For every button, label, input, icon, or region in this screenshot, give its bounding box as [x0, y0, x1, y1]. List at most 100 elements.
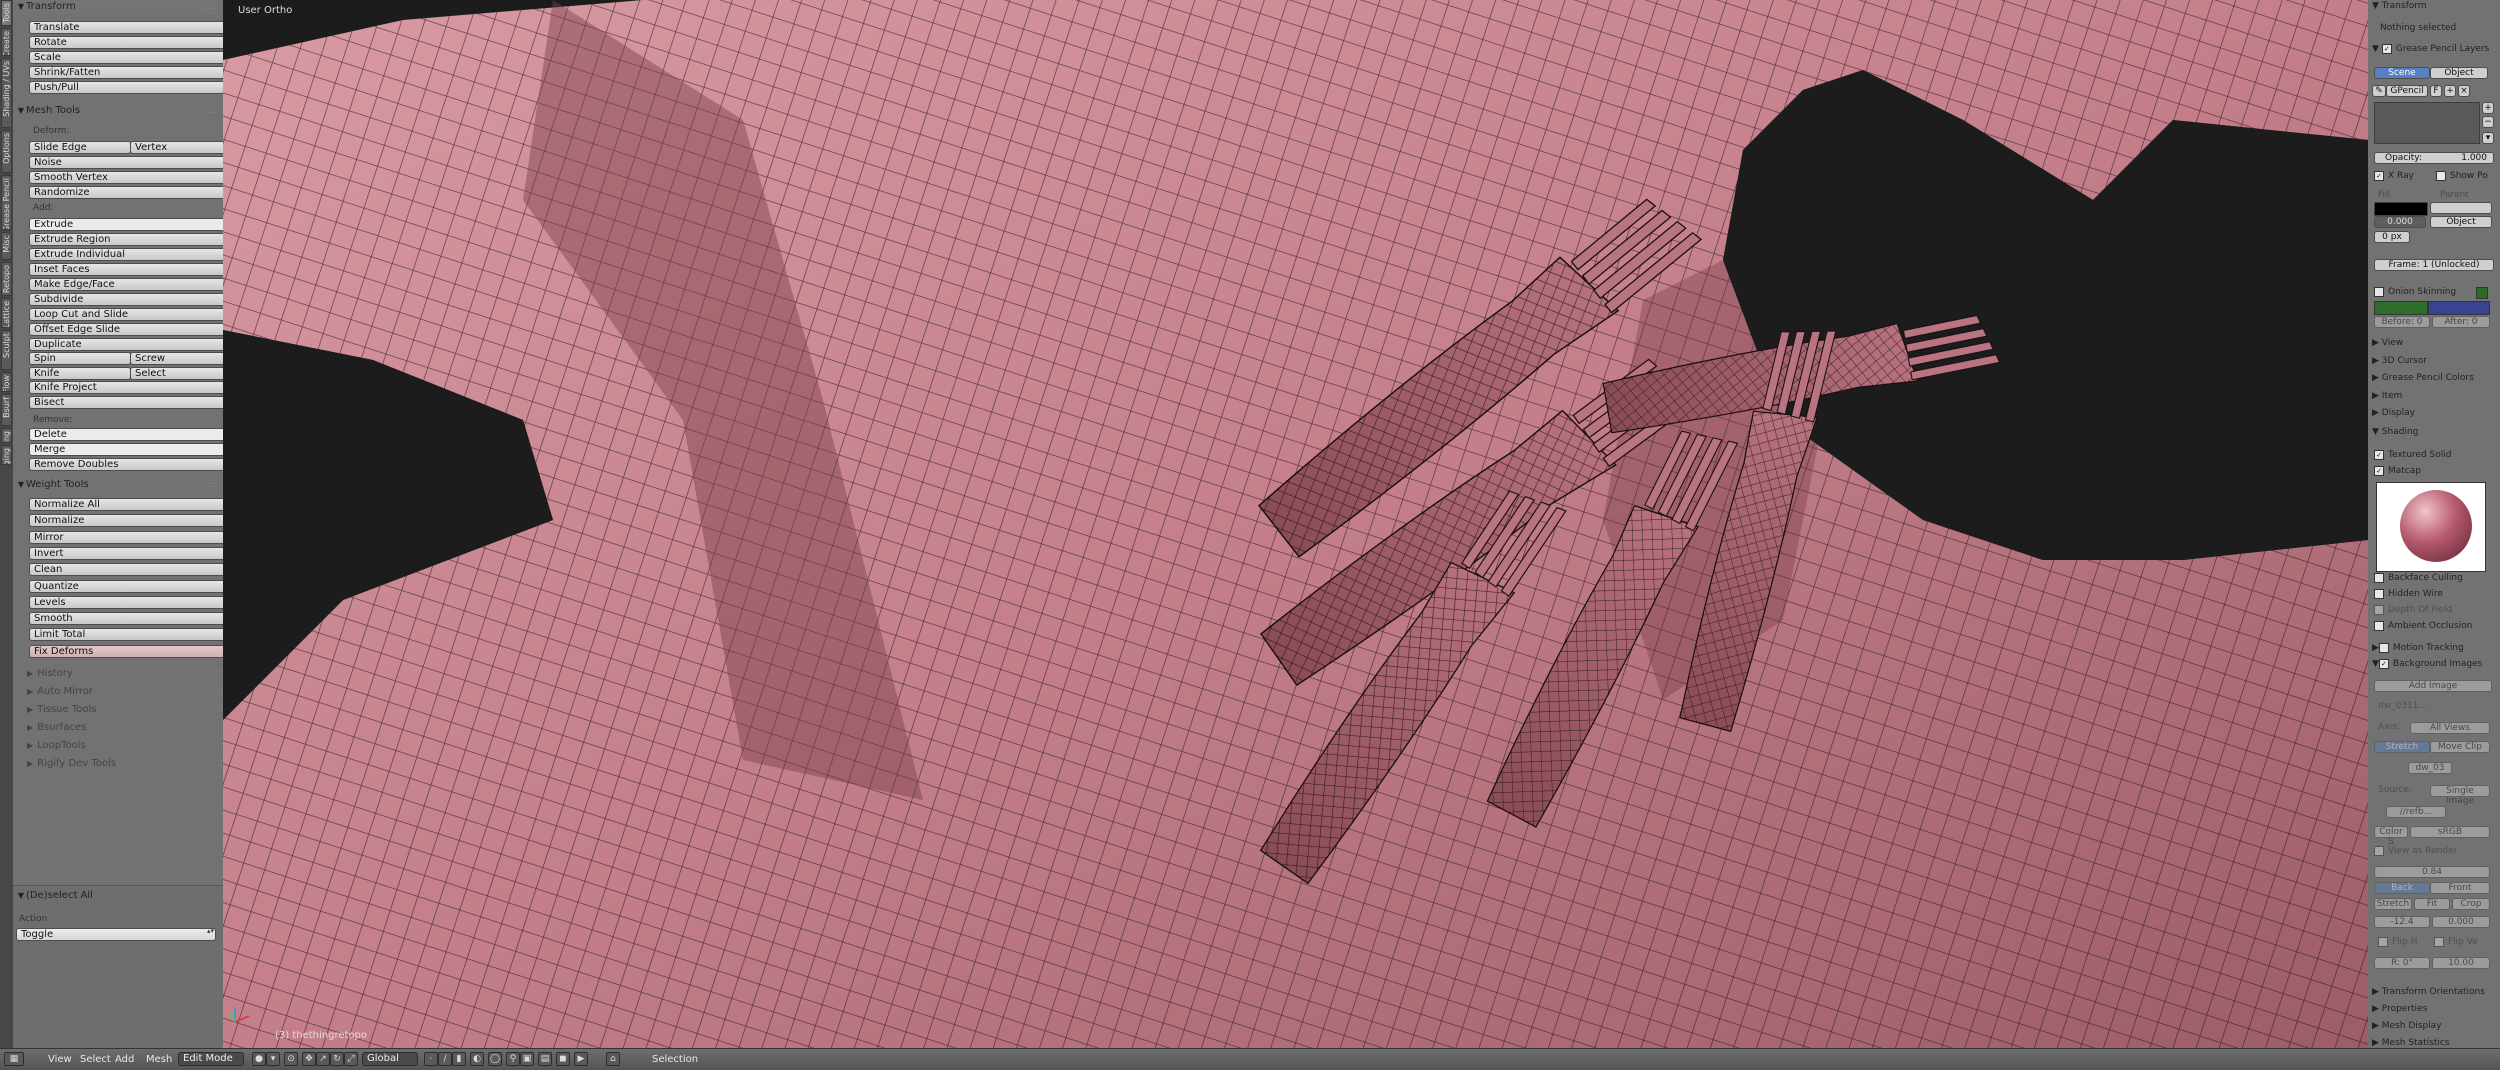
pencil-icon[interactable]: ✎: [2372, 85, 2386, 97]
tab-rigging[interactable]: Rigging: [1, 445, 12, 465]
slide-edge-button[interactable]: Slide Edge: [29, 141, 131, 154]
textured-solid-option[interactable]: ✓ Textured Solid: [2374, 449, 2496, 462]
mirror-button[interactable]: Mirror: [29, 530, 223, 544]
render-anim-icon[interactable]: ▶: [574, 1052, 588, 1066]
backface-culling-checkbox[interactable]: [2374, 572, 2384, 583]
mode-select[interactable]: Edit Mode: [178, 1052, 244, 1066]
tab-create[interactable]: Create: [1, 28, 12, 56]
rotation-field[interactable]: R: 0°: [2374, 957, 2430, 969]
fake-user-button[interactable]: F: [2430, 85, 2442, 97]
shading-dropdown-icon[interactable]: ▾: [266, 1052, 280, 1066]
ambient-occlusion-option[interactable]: Ambient Occlusion: [2374, 620, 2496, 633]
grease-pencil-colors-header[interactable]: ▶ Grease Pencil Colors: [2372, 372, 2496, 385]
remove-doubles-button[interactable]: Remove Doubles: [29, 458, 223, 471]
bg-image-row[interactable]: dw_0311...: [2378, 700, 2496, 713]
line-width-field[interactable]: 0 px: [2374, 231, 2410, 243]
depth-of-field-option[interactable]: Depth Of Field: [2374, 604, 2496, 617]
shrink-fatten-button[interactable]: Shrink/Fatten: [29, 66, 223, 79]
stroke-color-swatch[interactable]: [2374, 202, 2428, 216]
operator-panel-header[interactable]: ▼ (De)select All: [16, 889, 219, 903]
quantize-button[interactable]: Quantize: [29, 579, 223, 593]
knife-project-button[interactable]: Knife Project: [29, 381, 223, 394]
snap-element-icon[interactable]: ▣: [520, 1052, 534, 1066]
size-field[interactable]: 10.00: [2432, 957, 2490, 969]
menu-view[interactable]: View: [48, 1053, 72, 1066]
clean-button[interactable]: Clean: [29, 563, 223, 577]
normalize-button[interactable]: Normalize: [29, 514, 223, 528]
gp-opacity-slider[interactable]: Opacity: 1.000: [2374, 152, 2494, 164]
auto-mirror-panel-header[interactable]: ▶Auto Mirror::::: [27, 686, 223, 697]
menu-mesh[interactable]: Mesh: [146, 1053, 172, 1066]
add-icon[interactable]: +: [2444, 85, 2456, 97]
frame-stretch-toggle[interactable]: Stretch: [2374, 898, 2412, 910]
fix-deforms-button[interactable]: Fix Deforms: [29, 644, 223, 658]
bg-opacity-slider[interactable]: 0.84: [2374, 866, 2490, 878]
background-images-checkbox[interactable]: ✓: [2378, 658, 2389, 669]
loop-cut-and-slide-button[interactable]: Loop Cut and Slide: [29, 308, 223, 321]
manipulator-icon[interactable]: ✥: [302, 1052, 316, 1066]
bisect-button[interactable]: Bisect: [29, 396, 223, 409]
onion-after-field[interactable]: After: 0: [2432, 316, 2490, 328]
menu-select[interactable]: Select: [80, 1053, 111, 1066]
frame-crop-toggle[interactable]: Crop: [2452, 898, 2490, 910]
orientation-select[interactable]: Global: [362, 1052, 418, 1066]
motion-tracking-header[interactable]: ▶ Motion Tracking: [2372, 642, 2496, 655]
view-as-render-checkbox[interactable]: [2374, 845, 2384, 856]
gp-layers-checkbox[interactable]: ✓: [2381, 43, 2392, 54]
face-select-icon[interactable]: ▮: [452, 1052, 466, 1066]
hidden-wire-checkbox[interactable]: [2374, 588, 2384, 599]
flip-h-checkbox[interactable]: [2378, 936, 2388, 947]
rotate-manip-icon[interactable]: ↻: [330, 1052, 344, 1066]
frame-lock-button[interactable]: Frame: 1 (Unlocked): [2374, 259, 2494, 271]
scale-manip-icon[interactable]: ⤢: [344, 1052, 358, 1066]
subdivide-button[interactable]: Subdivide: [29, 293, 223, 306]
extrude-individual-button[interactable]: Extrude Individual: [29, 248, 223, 261]
smooth-button[interactable]: Smooth: [29, 612, 223, 626]
thickness-field[interactable]: 0.000: [2374, 216, 2426, 228]
show-points-option[interactable]: Show Po: [2436, 170, 2496, 183]
stretch-toggle[interactable]: Stretch: [2374, 741, 2430, 753]
backface-culling-option[interactable]: Backface Culling: [2374, 572, 2496, 585]
add-image-button[interactable]: Add Image: [2374, 680, 2492, 692]
inset-faces-button[interactable]: Inset Faces: [29, 263, 223, 276]
remove-layer-icon[interactable]: −: [2482, 116, 2494, 128]
flip-v-option[interactable]: Flip Ve: [2434, 936, 2496, 949]
spin-button[interactable]: Spin: [29, 352, 131, 365]
onion-before-color[interactable]: [2476, 287, 2488, 299]
merge-button[interactable]: Merge: [29, 443, 223, 456]
color-space-select[interactable]: sRGB: [2410, 826, 2490, 838]
properties-header[interactable]: ▶ Properties: [2372, 1003, 2496, 1016]
matcap-preview[interactable]: [2376, 482, 2486, 572]
matcap-option[interactable]: ✓ Matcap: [2374, 465, 2496, 478]
translate-manip-icon[interactable]: ↗: [316, 1052, 330, 1066]
drag-grip-icon[interactable]: ::::: [204, 478, 216, 492]
mesh-tools-panel-header[interactable]: ▼ Mesh Tools::::: [16, 104, 219, 118]
normalize-all-button[interactable]: Normalize All: [29, 498, 223, 511]
history-panel-header[interactable]: ▶History::::: [27, 668, 223, 679]
gpencil-datablock[interactable]: GPencil: [2386, 85, 2428, 97]
mesh-statistics-header[interactable]: ▶ Mesh Statistics: [2372, 1037, 2496, 1048]
onion-before-field[interactable]: Before: 0: [2374, 316, 2430, 328]
limit-selection-icon[interactable]: ◐: [470, 1052, 484, 1066]
3d-viewport[interactable]: User Ortho (3) thethingretopo: [223, 0, 2368, 1048]
transform-panel-header[interactable]: ▼ Transform::::: [16, 0, 219, 14]
delete-button[interactable]: Delete: [29, 428, 223, 441]
tab-grease-pencil[interactable]: Grease Pencil: [1, 175, 12, 230]
frame-fit-toggle[interactable]: Fit: [2414, 898, 2450, 910]
randomize-button[interactable]: Randomize: [29, 186, 223, 199]
make-edge-face-button[interactable]: Make Edge/Face: [29, 278, 223, 291]
levels-button[interactable]: Levels: [29, 595, 223, 609]
matcap-checkbox[interactable]: ✓: [2374, 465, 2384, 476]
transform-orientations-header[interactable]: ▶ Transform Orientations: [2372, 986, 2496, 999]
looptools-panel-header[interactable]: ▶LoopTools::::: [27, 740, 223, 751]
smooth-vertex-button[interactable]: Smooth Vertex: [29, 171, 223, 184]
close-icon[interactable]: ×: [2458, 85, 2470, 97]
item-header[interactable]: ▶ Item: [2372, 390, 2496, 403]
background-images-header[interactable]: ▼ ✓ Background Images: [2372, 658, 2496, 671]
xray-checkbox[interactable]: ✓: [2374, 170, 2384, 181]
bsurfaces-panel-header[interactable]: ▶Bsurfaces::::: [27, 722, 223, 733]
textured-solid-checkbox[interactable]: ✓: [2374, 449, 2384, 460]
editor-type-icon[interactable]: ▦: [4, 1052, 24, 1066]
scale-button[interactable]: Scale: [29, 51, 223, 64]
vertex-slide-button[interactable]: Vertex: [130, 141, 223, 154]
